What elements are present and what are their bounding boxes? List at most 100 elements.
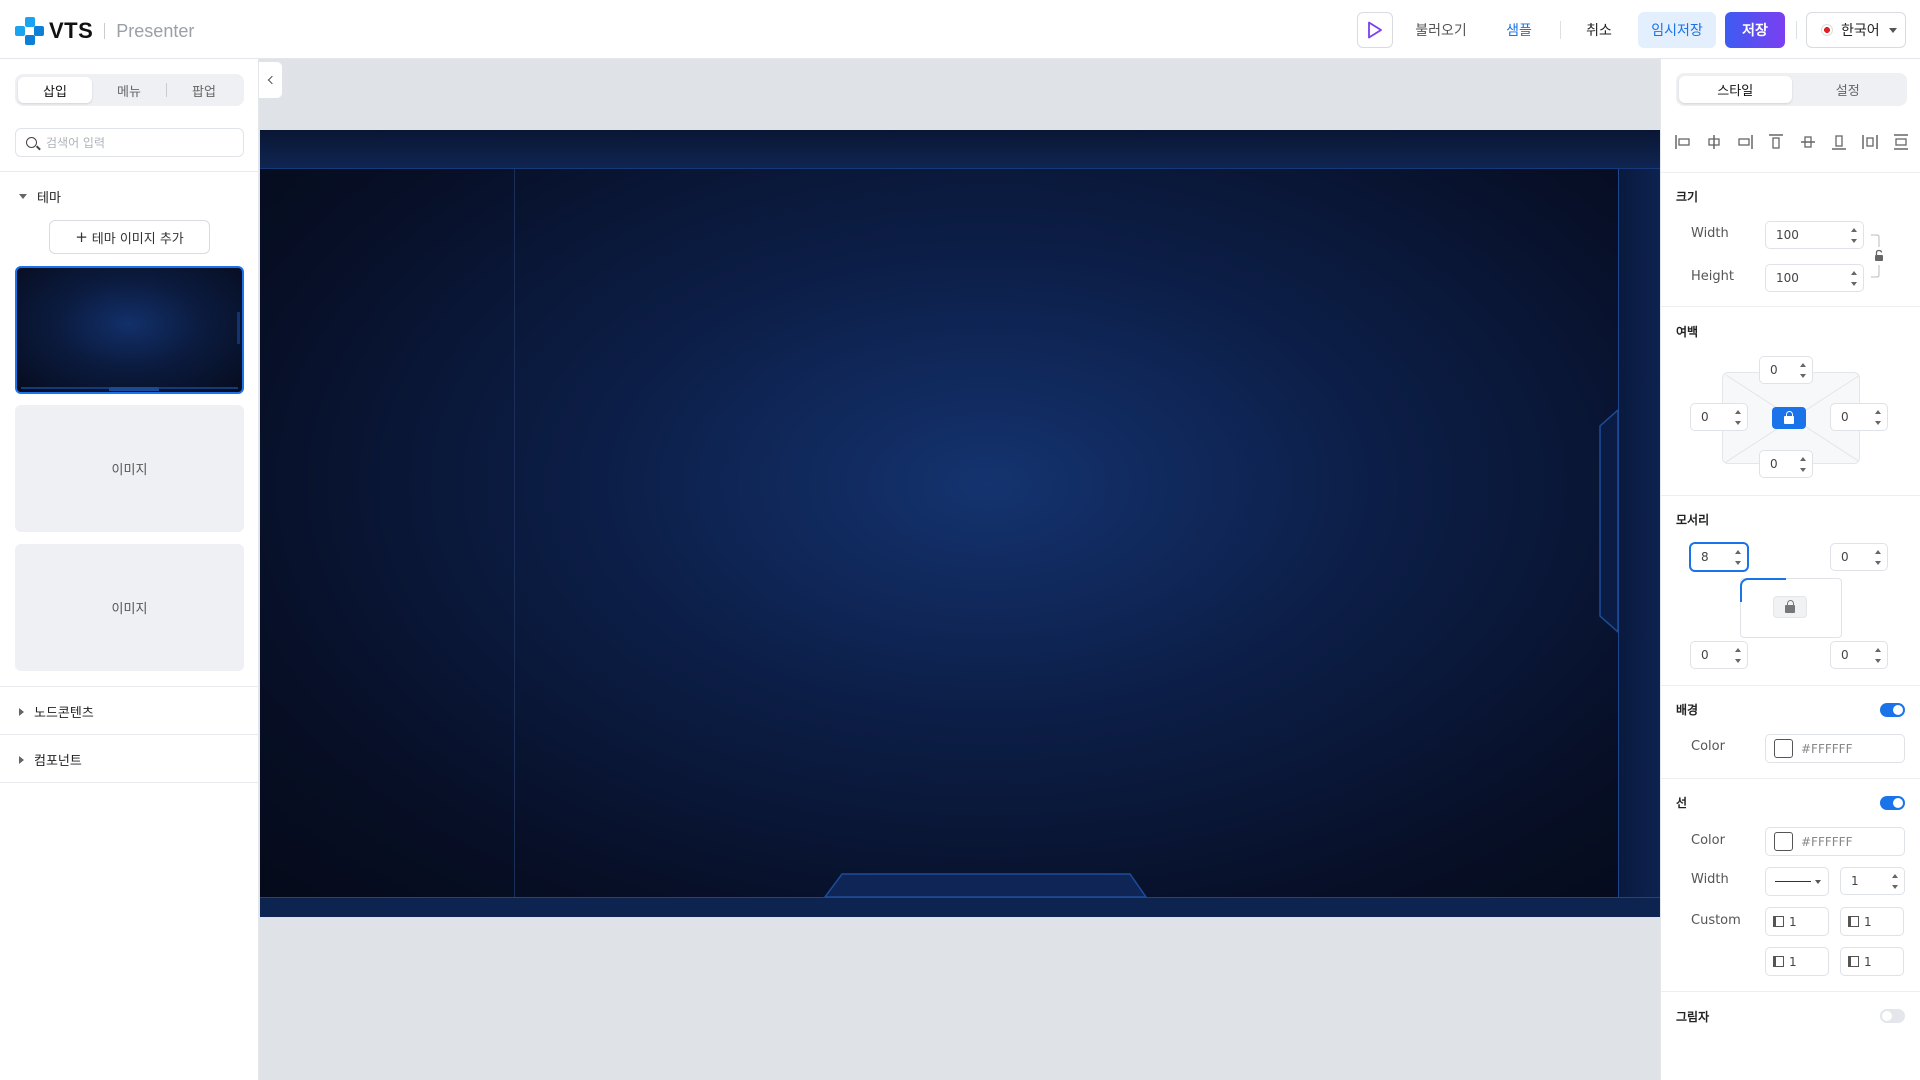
top-header: VTS Presenter 불러오기 샘플 취소 임시저장 저장 한국어 bbox=[0, 0, 1920, 59]
size-section-title: 크기 bbox=[1676, 190, 1699, 204]
tab-settings[interactable]: 설정 bbox=[1792, 76, 1905, 103]
padding-left-value: 0 bbox=[1701, 410, 1709, 424]
section-node-contents-header[interactable]: 노드콘텐츠 bbox=[19, 702, 94, 721]
background-toggle[interactable] bbox=[1880, 703, 1905, 717]
border-custom-value: 1 bbox=[1864, 914, 1872, 929]
align-top-icon[interactable] bbox=[1766, 132, 1786, 152]
section-theme-header[interactable]: 테마 bbox=[19, 187, 61, 206]
alignment-toolbar bbox=[1673, 132, 1911, 152]
padding-left-input[interactable]: 0 bbox=[1690, 403, 1748, 431]
temp-save-button[interactable]: 임시저장 bbox=[1638, 12, 1716, 48]
padding-top-value: 0 bbox=[1770, 363, 1778, 377]
sample-button[interactable]: 샘플 bbox=[1498, 12, 1540, 48]
search-box[interactable] bbox=[15, 128, 244, 157]
section-divider bbox=[1661, 778, 1920, 779]
distribute-vertical-icon[interactable] bbox=[1891, 132, 1911, 152]
stepper-icon[interactable] bbox=[1851, 271, 1857, 286]
stepper-icon[interactable] bbox=[1892, 874, 1898, 889]
shadow-toggle[interactable] bbox=[1880, 1009, 1905, 1023]
border-color-field[interactable]: #FFFFFF bbox=[1765, 827, 1905, 856]
border-custom-top-input[interactable]: 1 bbox=[1840, 907, 1904, 936]
section-divider bbox=[1661, 306, 1920, 307]
thumbnail-notch bbox=[109, 387, 159, 391]
padding-bottom-input[interactable]: 0 bbox=[1759, 450, 1813, 478]
theme-thumbnail-selected[interactable] bbox=[15, 266, 244, 394]
logo-divider bbox=[104, 23, 106, 39]
border-custom-bottom-input[interactable]: 1 bbox=[1840, 947, 1904, 976]
cancel-button[interactable]: 취소 bbox=[1578, 12, 1620, 48]
border-custom-label: Custom bbox=[1691, 913, 1741, 928]
section-divider bbox=[1661, 495, 1920, 496]
border-custom-right-input[interactable]: 1 bbox=[1765, 947, 1829, 976]
save-button[interactable]: 저장 bbox=[1725, 12, 1785, 48]
align-left-icon[interactable] bbox=[1673, 132, 1693, 152]
collapse-left-panel-button[interactable] bbox=[259, 61, 283, 99]
border-top-icon bbox=[1848, 916, 1859, 927]
tab-menu[interactable]: 메뉴 bbox=[92, 77, 166, 103]
corner-bottom-left-input[interactable]: 0 bbox=[1690, 641, 1748, 669]
aspect-lock-icon[interactable] bbox=[1870, 233, 1884, 279]
flag-icon bbox=[1821, 24, 1833, 36]
corner-top-right-input[interactable]: 0 bbox=[1830, 543, 1888, 571]
search-input[interactable] bbox=[46, 135, 236, 150]
align-middle-icon[interactable] bbox=[1798, 132, 1818, 152]
brand-name: VTS bbox=[49, 18, 94, 43]
width-input[interactable]: 100 bbox=[1765, 221, 1864, 249]
theme-thumbnail-image[interactable]: 이미지 bbox=[15, 405, 244, 532]
border-toggle[interactable] bbox=[1880, 796, 1905, 810]
stepper-icon[interactable] bbox=[1800, 457, 1806, 472]
align-right-icon[interactable] bbox=[1735, 132, 1755, 152]
add-theme-image-button[interactable]: + 테마 이미지 추가 bbox=[49, 220, 210, 254]
section-divider bbox=[0, 171, 259, 172]
plus-icon: + bbox=[75, 228, 88, 246]
add-theme-label: 테마 이미지 추가 bbox=[91, 231, 184, 247]
line-style-preview bbox=[1775, 881, 1811, 882]
border-width-input[interactable]: 1 bbox=[1840, 867, 1905, 895]
theme-thumbnail-image[interactable]: 이미지 bbox=[15, 544, 244, 671]
color-swatch[interactable] bbox=[1774, 832, 1793, 851]
height-input[interactable]: 100 bbox=[1765, 264, 1864, 292]
corner-lock-button[interactable] bbox=[1773, 596, 1807, 618]
stepper-icon[interactable] bbox=[1875, 550, 1881, 565]
padding-section-title: 여백 bbox=[1676, 325, 1699, 339]
border-color-label: Color bbox=[1691, 833, 1725, 848]
stepper-icon[interactable] bbox=[1800, 363, 1806, 378]
load-button[interactable]: 불러오기 bbox=[1410, 12, 1472, 48]
canvas-stage[interactable] bbox=[260, 130, 1660, 917]
app-logo[interactable]: VTS Presenter bbox=[15, 17, 194, 45]
left-tab-group: 삽입 메뉴 팝업 bbox=[15, 74, 244, 106]
language-select[interactable]: 한국어 bbox=[1806, 12, 1906, 48]
caret-right-icon bbox=[19, 755, 24, 764]
align-bottom-icon[interactable] bbox=[1829, 132, 1849, 152]
stepper-icon[interactable] bbox=[1735, 648, 1741, 663]
border-style-select[interactable] bbox=[1765, 867, 1829, 896]
border-color-value: #FFFFFF bbox=[1801, 834, 1853, 849]
border-custom-left-input[interactable]: 1 bbox=[1765, 907, 1829, 936]
padding-right-input[interactable]: 0 bbox=[1830, 403, 1888, 431]
corner-top-left-input[interactable]: 8 bbox=[1690, 543, 1748, 571]
align-center-icon[interactable] bbox=[1704, 132, 1724, 152]
stepper-icon[interactable] bbox=[1735, 410, 1741, 425]
corner-bottom-left-value: 0 bbox=[1701, 648, 1709, 662]
right-tab-group: 스타일 설정 bbox=[1676, 73, 1907, 106]
stepper-icon[interactable] bbox=[1851, 228, 1857, 243]
width-label: Width bbox=[1691, 226, 1729, 241]
tab-style[interactable]: 스타일 bbox=[1679, 76, 1792, 103]
shadow-section-title: 그림자 bbox=[1676, 1010, 1710, 1024]
tab-insert[interactable]: 삽입 bbox=[18, 77, 92, 103]
corner-bottom-right-input[interactable]: 0 bbox=[1830, 641, 1888, 669]
background-color-field[interactable]: #FFFFFF bbox=[1765, 734, 1905, 763]
stage-ornament bbox=[823, 408, 1619, 898]
border-width-value: 1 bbox=[1851, 874, 1859, 888]
border-left-icon bbox=[1773, 916, 1784, 927]
stepper-icon[interactable] bbox=[1875, 410, 1881, 425]
section-components-header[interactable]: 컴포넌트 bbox=[19, 750, 82, 769]
padding-lock-button[interactable] bbox=[1772, 407, 1806, 429]
padding-top-input[interactable]: 0 bbox=[1759, 356, 1813, 384]
play-preview-button[interactable] bbox=[1357, 12, 1393, 48]
color-swatch[interactable] bbox=[1774, 739, 1793, 758]
stepper-icon[interactable] bbox=[1735, 550, 1741, 565]
tab-popup[interactable]: 팝업 bbox=[167, 77, 241, 103]
distribute-horizontal-icon[interactable] bbox=[1860, 132, 1880, 152]
stepper-icon[interactable] bbox=[1875, 648, 1881, 663]
